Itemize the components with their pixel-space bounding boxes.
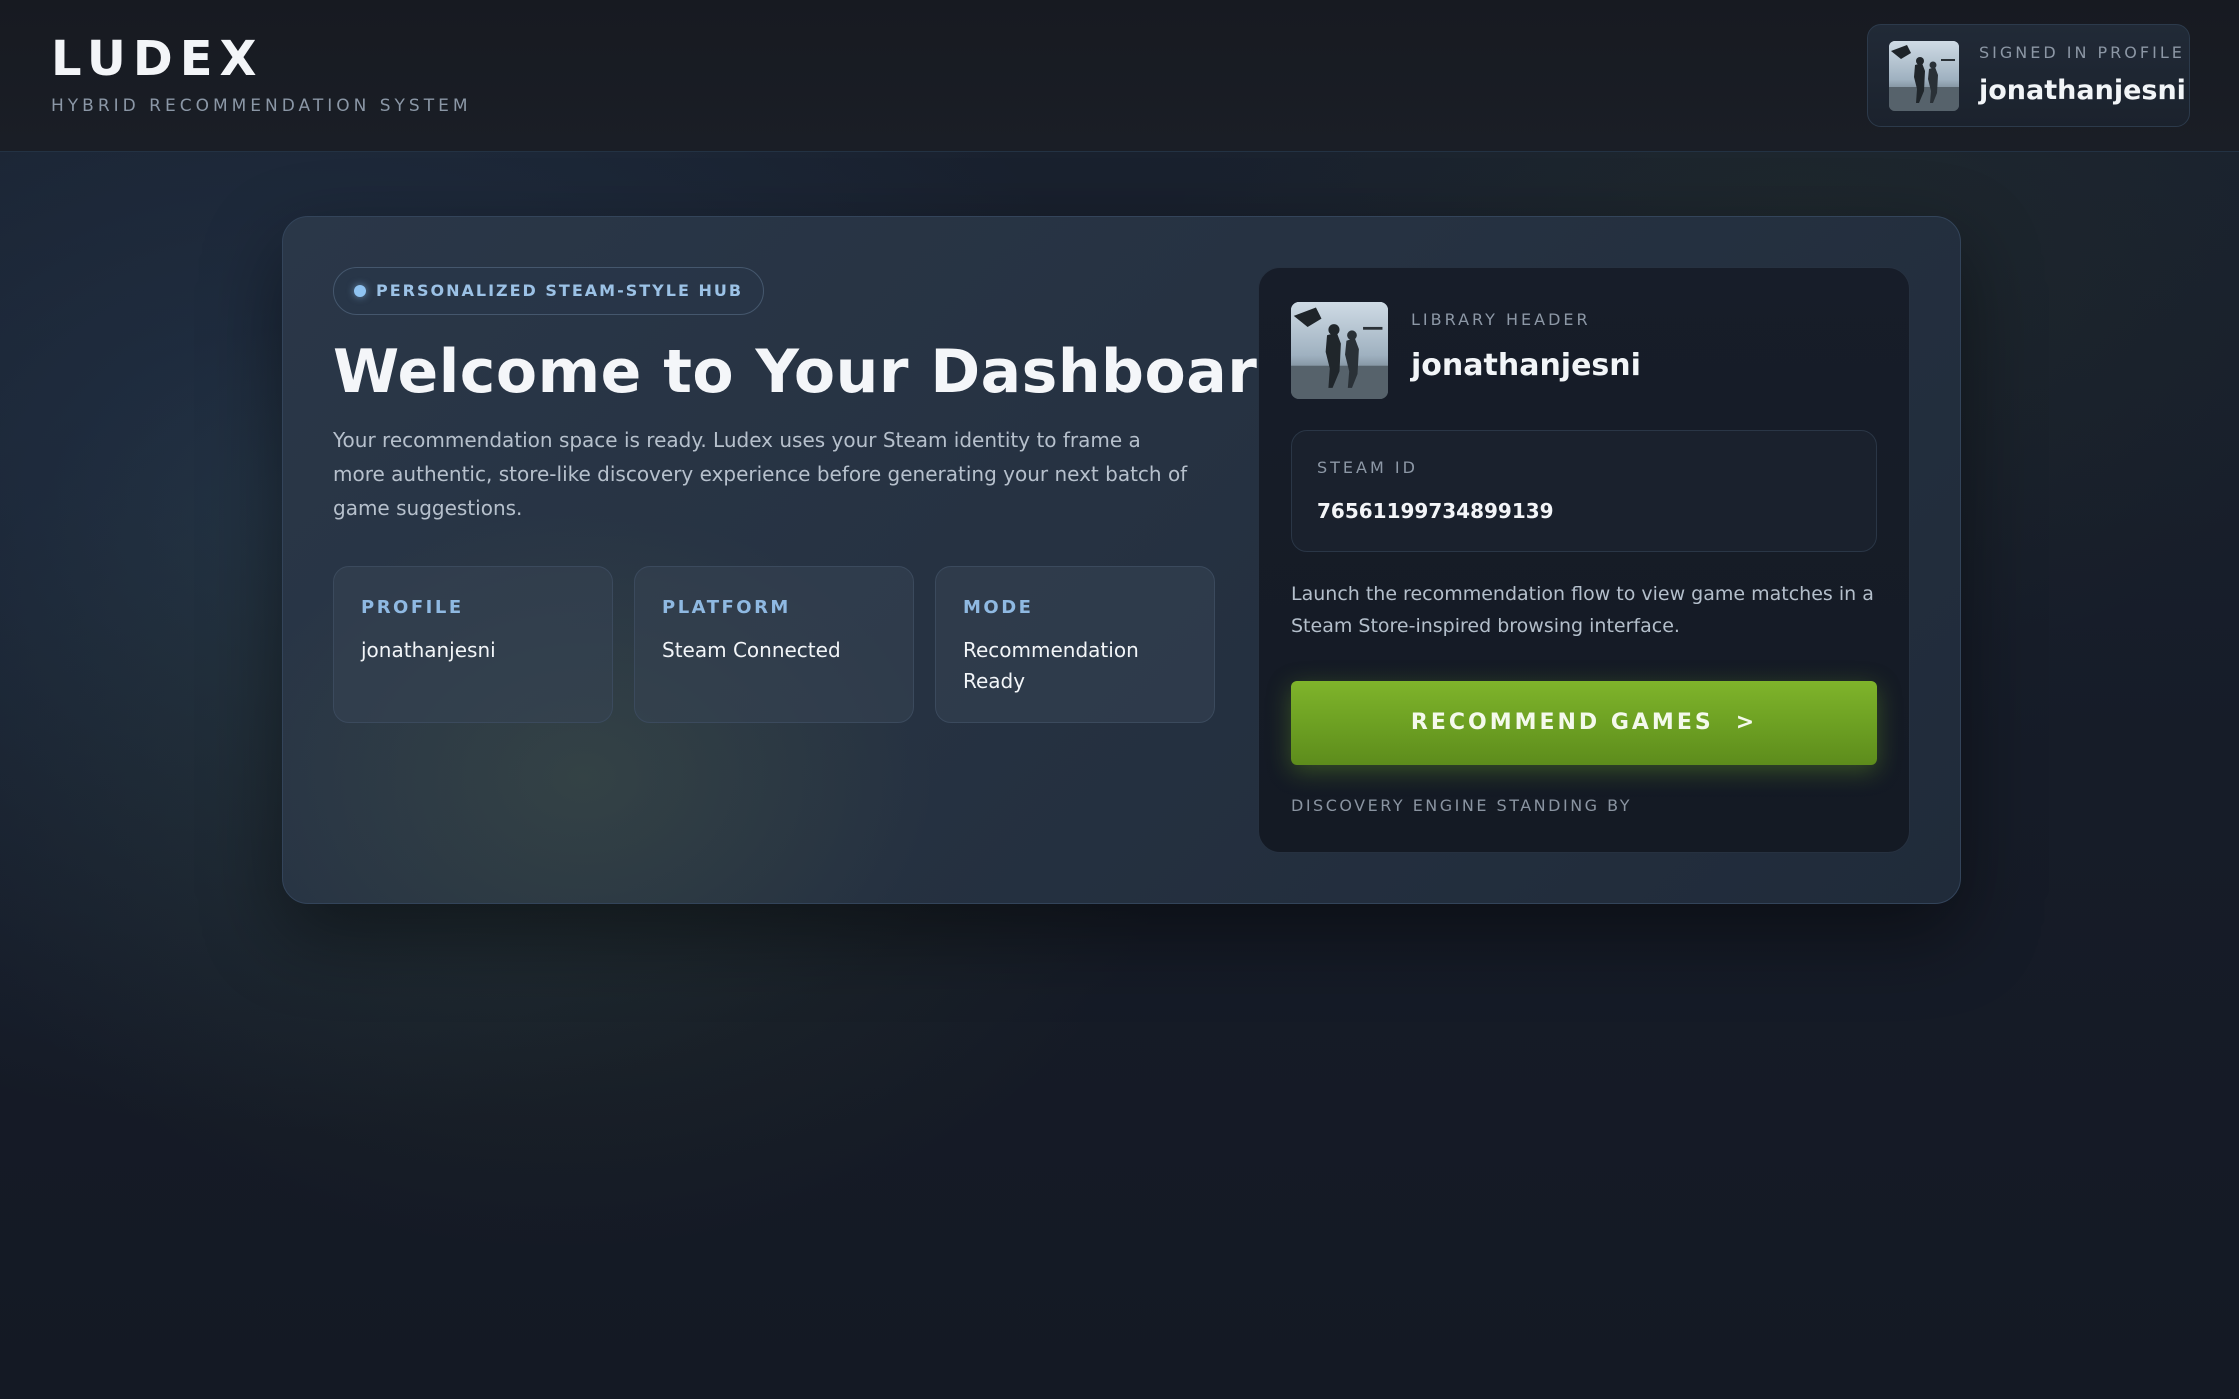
- steam-id-label: STEAM ID: [1317, 458, 1418, 477]
- signed-in-profile-chip[interactable]: SIGNED IN PROFILE jonathanjesni: [1867, 24, 2190, 127]
- brand: LUDEX HYBRID RECOMMENDATION SYSTEM: [51, 32, 472, 116]
- stat-label: PROFILE: [361, 597, 464, 618]
- library-panel: LIBRARY HEADER jonathanjesni STEAM ID 76…: [1258, 267, 1910, 853]
- signed-in-label: SIGNED IN PROFILE: [1979, 43, 2185, 62]
- soldier-avatar-icon: [1291, 302, 1388, 399]
- stat-value: Recommendation Ready: [963, 638, 1139, 693]
- steam-id-value: 76561199734899139: [1317, 499, 1554, 523]
- brand-name: LUDEX: [51, 31, 264, 87]
- signed-in-username: jonathanjesni: [1979, 75, 2186, 106]
- stat-label: PLATFORM: [662, 597, 791, 618]
- stat-card-profile: PROFILE jonathanjesni: [333, 566, 613, 723]
- dashboard-card: PERSONALIZED STEAM-STYLE HUB Welcome to …: [282, 216, 1961, 904]
- library-username: jonathanjesni: [1411, 348, 1641, 383]
- status-dot-icon: [354, 285, 366, 297]
- library-avatar: [1291, 302, 1388, 399]
- soldier-avatar-icon: [1889, 41, 1959, 111]
- engine-status: DISCOVERY ENGINE STANDING BY: [1291, 796, 1633, 815]
- library-header-label: LIBRARY HEADER: [1411, 310, 1591, 329]
- welcome-description: Your recommendation space is ready. Lude…: [333, 428, 1188, 520]
- steam-id-box: STEAM ID 76561199734899139: [1291, 430, 1877, 552]
- stat-value: Steam Connected: [662, 638, 841, 662]
- library-description: Launch the recommendation flow to view g…: [1291, 583, 1874, 637]
- top-header: LUDEX HYBRID RECOMMENDATION SYSTEM SIGNE…: [0, 0, 2239, 152]
- stat-label: MODE: [963, 597, 1034, 618]
- profile-avatar: [1889, 41, 1959, 111]
- brand-subtitle: HYBRID RECOMMENDATION SYSTEM: [51, 96, 472, 116]
- stat-card-mode: MODE Recommendation Ready: [935, 566, 1215, 723]
- stat-card-platform: PLATFORM Steam Connected: [634, 566, 914, 723]
- chevron-right-icon: >: [1735, 710, 1758, 735]
- hub-pill-label: PERSONALIZED STEAM-STYLE HUB: [376, 281, 744, 300]
- recommend-games-button[interactable]: RECOMMEND GAMES >: [1291, 681, 1877, 765]
- stat-value: jonathanjesni: [361, 638, 496, 662]
- recommend-games-label: RECOMMEND GAMES: [1410, 710, 1714, 735]
- page-title: Welcome to Your Dashboard: [333, 337, 1301, 407]
- hub-pill: PERSONALIZED STEAM-STYLE HUB: [333, 267, 765, 315]
